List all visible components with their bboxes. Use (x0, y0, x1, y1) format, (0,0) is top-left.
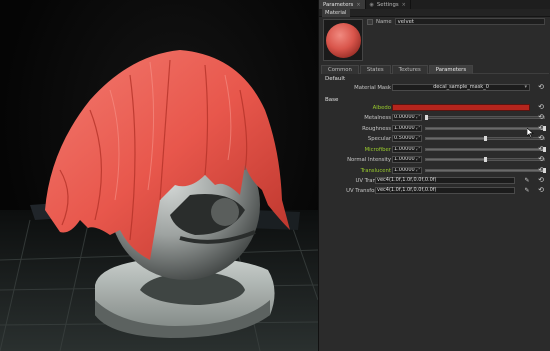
reset-icon[interactable]: ⟲ (537, 145, 545, 154)
param-row: Specular 0.50000 ⤢ ⟲ (319, 134, 550, 144)
material-preview (323, 19, 363, 61)
reset-icon[interactable]: ⟲ (537, 187, 545, 195)
tab-parameters[interactable]: Parameters × (319, 0, 366, 9)
close-icon[interactable]: × (356, 2, 360, 8)
spin-arrows-icon[interactable]: ⤢ (416, 115, 420, 120)
param-slider[interactable] (424, 115, 545, 120)
param-value-input[interactable]: 0.50000 ⤢ (392, 135, 422, 142)
pencil-icon[interactable]: ✎ (523, 187, 531, 195)
param-slider[interactable] (425, 167, 546, 173)
material-mask-row: Material Mask decal_sample_mask_0 ▾ ⟲ (319, 83, 550, 93)
reset-icon[interactable]: ⟲ (537, 114, 545, 122)
albedo-color-swatch[interactable] (392, 104, 530, 111)
default-section-title: Default (325, 76, 346, 82)
param-row: Metalness 0.00000 ⤢ ⟲ (319, 113, 550, 123)
panel-tab-bar: Parameters × ◉ Settings × (319, 0, 550, 9)
uv-transform-row: UV Transform vec4(1.0f,1.0f,0.0f,0.0f) ✎… (319, 176, 550, 186)
spin-arrows-icon[interactable]: ⤢ (416, 157, 420, 162)
name-input[interactable]: velvet (394, 18, 545, 25)
close-icon[interactable]: × (402, 2, 406, 8)
material-mask-dropdown[interactable]: decal_sample_mask_0 ▾ (392, 84, 530, 91)
slider-handle[interactable] (483, 136, 487, 141)
slider-fill (426, 159, 485, 160)
param-value: 1.00000 (394, 124, 415, 131)
param-row: Microfiber 1.00000 ⤢ ⟲ (319, 145, 550, 155)
tab-settings-label: Settings (376, 1, 399, 8)
pencil-icon[interactable]: ✎ (523, 177, 531, 185)
reset-icon[interactable]: ⟲ (537, 135, 545, 143)
param-value: 1.00000 (394, 166, 415, 173)
param-label: Microfiber (364, 146, 391, 153)
reset-icon[interactable]: ⟲ (537, 177, 545, 185)
material-mask-label: Material Mask (354, 85, 391, 91)
material-mask-value: decal_sample_mask_0 (433, 84, 489, 90)
uv-transform-ao-row: UV Transform AO vec4(1.0f,1.0f,0.0f,0.0f… (319, 186, 550, 196)
subtab-parameters[interactable]: Parameters (428, 65, 474, 74)
param-slider[interactable] (425, 157, 545, 162)
param-value: 0.00000 (394, 114, 415, 120)
reset-icon[interactable]: ⟲ (537, 166, 545, 175)
name-row: Name velvet (367, 18, 545, 25)
material-subtabs: Common States Textures Parameters (321, 65, 549, 74)
scene-render (0, 50, 318, 351)
slider-handle[interactable] (424, 115, 428, 120)
spin-arrows-icon[interactable]: ⤢ (416, 126, 420, 131)
slider-fill (426, 169, 544, 171)
albedo-label: Albedo (372, 105, 391, 111)
param-row: Normal Intensity 1.00000 ⤢ ⟲ (319, 155, 550, 165)
param-value-input[interactable]: 0.00000 ⤢ (392, 114, 422, 121)
mouse-cursor-icon (527, 128, 534, 138)
param-row: Roughness 1.00000 ⤢ ⟲ (319, 124, 550, 134)
param-value-input[interactable]: 1.00000 ⤢ (392, 124, 422, 132)
uv-transform-ao-field[interactable]: vec4(1.0f,1.0f,0.0f,0.0f) (375, 187, 515, 194)
param-row: Translucent 1.00000 ⤢ ⟲ (319, 166, 550, 176)
albedo-row: Albedo ⟲ (319, 103, 550, 113)
subtab-common[interactable]: Common (321, 65, 359, 74)
param-slider[interactable] (425, 146, 546, 152)
name-label: Name (376, 18, 392, 25)
uv-transform-field[interactable]: vec4(1.0f,1.0f,0.0f,0.0f) (375, 177, 515, 184)
spin-arrows-icon[interactable]: ⤢ (416, 147, 420, 152)
param-label: Roughness (362, 125, 391, 132)
slider-handle[interactable] (483, 157, 487, 162)
reset-icon[interactable]: ⟲ (537, 124, 545, 133)
param-value-input[interactable]: 1.00000 ⤢ (392, 145, 422, 153)
spin-arrows-icon[interactable]: ⤢ (416, 136, 420, 141)
tab-settings[interactable]: ◉ Settings × (366, 0, 411, 9)
chevron-down-icon: ▾ (524, 84, 527, 90)
preview-sphere (326, 23, 361, 58)
material-header: Material (319, 9, 550, 17)
param-label: Metalness (364, 115, 391, 121)
reset-icon[interactable]: ⟲ (537, 84, 545, 92)
slider-fill (426, 148, 544, 150)
param-value-input[interactable]: 1.00000 ⤢ (392, 166, 422, 174)
name-checkbox[interactable] (367, 18, 373, 25)
settings-icon: ◉ (369, 1, 374, 8)
reset-icon[interactable]: ⟲ (537, 156, 545, 164)
3d-viewport[interactable] (0, 0, 318, 351)
param-value: 1.00000 (394, 156, 415, 162)
parameters-panel: Parameters × ◉ Settings × Material Name … (318, 0, 550, 351)
param-label: Normal Intensity (347, 157, 391, 163)
tab-parameters-label: Parameters (323, 1, 354, 8)
subtab-textures[interactable]: Textures (391, 65, 428, 74)
param-label: Specular (367, 136, 391, 142)
spin-arrows-icon[interactable]: ⤢ (416, 168, 420, 173)
param-value: 0.50000 (394, 135, 415, 141)
param-value: 1.00000 (394, 145, 415, 152)
reset-icon[interactable]: ⟲ (537, 104, 545, 112)
param-value-input[interactable]: 1.00000 ⤢ (392, 156, 422, 163)
param-label: Translucent (360, 167, 391, 174)
slider-fill (426, 138, 485, 139)
subtab-states[interactable]: States (359, 65, 391, 74)
material-header-label: Material (322, 9, 350, 17)
